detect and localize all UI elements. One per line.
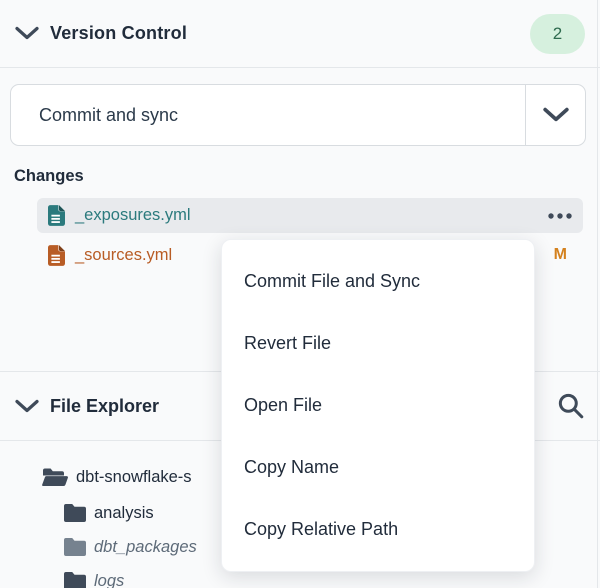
- menu-item-revert-file[interactable]: Revert File: [222, 312, 534, 374]
- tree-item-label: logs: [94, 572, 124, 588]
- ellipsis-icon[interactable]: [547, 212, 573, 220]
- commit-action-label: Commit and sync: [11, 105, 178, 126]
- section-title-file-explorer: File Explorer: [50, 396, 159, 417]
- modified-status-badge: M: [554, 246, 573, 264]
- chevron-down-icon[interactable]: [15, 399, 39, 414]
- changes-heading: Changes: [14, 167, 84, 186]
- file-text-icon: [48, 245, 65, 266]
- menu-item-open-file[interactable]: Open File: [222, 374, 534, 436]
- file-name: _sources.yml: [75, 246, 172, 265]
- tree-item-analysis[interactable]: analysis: [64, 497, 154, 529]
- folder-icon: [64, 572, 86, 588]
- tree-item-dbt-snowflake[interactable]: dbt-snowflake-s: [42, 461, 192, 493]
- commit-action-dropdown[interactable]: Commit and sync: [10, 84, 586, 146]
- tree-item-label: analysis: [94, 504, 154, 523]
- folder-icon: [64, 504, 86, 522]
- menu-item-commit-file-and-sync[interactable]: Commit File and Sync: [222, 250, 534, 312]
- folder-open-icon: [42, 467, 68, 488]
- section-title-version-control: Version Control: [50, 23, 187, 44]
- search-icon[interactable]: [557, 392, 585, 420]
- dropdown-toggle[interactable]: [525, 85, 585, 145]
- folder-icon: [64, 538, 86, 556]
- tree-item-label: dbt-snowflake-s: [76, 468, 192, 487]
- chevron-down-icon: [543, 107, 569, 123]
- tree-item-logs[interactable]: logs: [64, 565, 124, 588]
- file-context-menu: Commit File and Sync Revert File Open Fi…: [221, 239, 535, 572]
- tree-item-dbt-packages[interactable]: dbt_packages: [64, 531, 197, 563]
- changes-count-badge: 2: [530, 14, 585, 54]
- chevron-down-icon[interactable]: [15, 26, 39, 41]
- file-text-icon: [48, 205, 65, 226]
- version-control-panel: Version Control 2 Commit and sync Change…: [0, 0, 600, 588]
- changed-file-row-exposures[interactable]: _exposures.yml: [37, 198, 583, 233]
- panel-edge-divider: [597, 0, 598, 588]
- file-name: _exposures.yml: [75, 206, 191, 225]
- menu-item-copy-name[interactable]: Copy Name: [222, 437, 534, 499]
- tree-item-label: dbt_packages: [94, 538, 197, 557]
- menu-item-copy-relative-path[interactable]: Copy Relative Path: [222, 499, 534, 561]
- version-control-header: Version Control 2: [0, 0, 600, 68]
